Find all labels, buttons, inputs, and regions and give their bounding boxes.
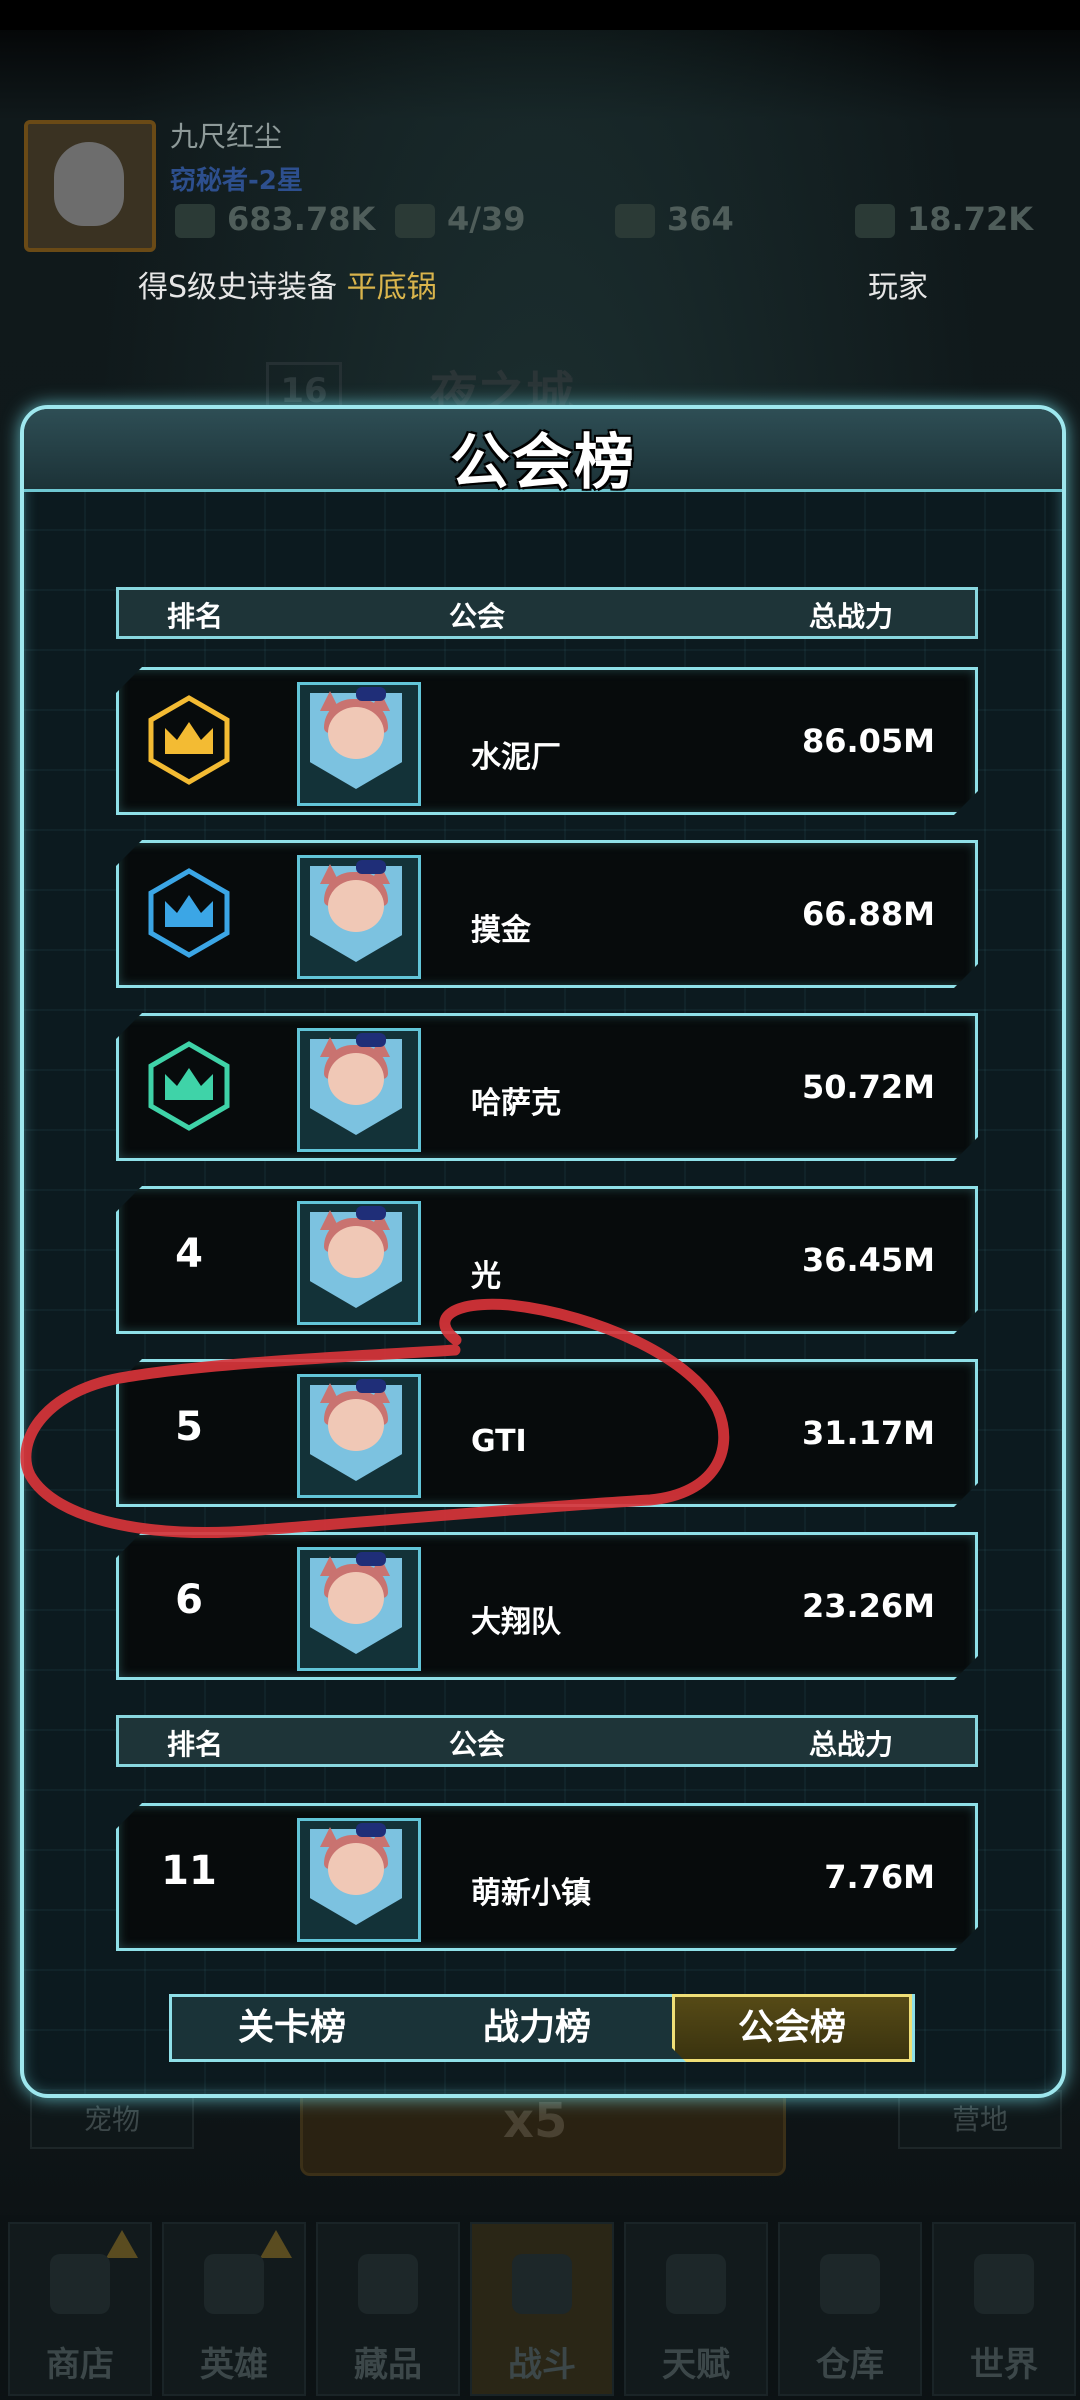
rank-number: 11	[161, 1848, 217, 1894]
header-power: 总战力	[809, 600, 894, 633]
resource-value: 364	[667, 200, 734, 238]
header-rank: 排名	[167, 1728, 224, 1761]
header-guild: 公会	[449, 600, 506, 633]
dna-icon	[666, 2254, 726, 2314]
world-icon	[974, 2254, 1034, 2314]
ticker-item: 平底锅	[346, 270, 437, 305]
resource-energy: 683.78K	[175, 200, 375, 238]
warning-icon	[260, 2230, 292, 2258]
status-bar	[0, 0, 1080, 30]
cart-icon	[50, 2254, 110, 2314]
nav-talent[interactable]: 天赋	[624, 2222, 768, 2396]
header-rank: 排名	[167, 600, 224, 633]
nav-label: 藏品	[354, 2345, 422, 2385]
nav-label: 商店	[46, 2345, 114, 2385]
resource-value: 4/39	[447, 200, 526, 238]
tab-guild[interactable]: 公会榜	[672, 1994, 912, 2062]
pet-button[interactable]: 宠物	[30, 2090, 194, 2149]
guild-name: GTI	[471, 1424, 527, 1459]
resource-value: 18.72K	[907, 200, 1034, 238]
stamina-icon	[395, 204, 435, 238]
guild-name: 哈萨克	[471, 1086, 561, 1121]
table-row[interactable]: 哈萨克 50.72M	[116, 1013, 978, 1161]
guild-name: 萌新小镇	[471, 1876, 591, 1911]
header-guild: 公会	[449, 1728, 506, 1761]
rank-number: 5	[175, 1404, 203, 1450]
hero-icon	[204, 2254, 264, 2314]
player-name: 九尺红尘	[170, 120, 283, 153]
guild-emblem	[297, 1547, 421, 1671]
guild-power: 7.76M	[824, 1858, 935, 1896]
guild-power: 36.45M	[801, 1241, 935, 1279]
guild-name: 大翔队	[471, 1605, 561, 1640]
guild-power: 66.88M	[801, 895, 935, 933]
player-title: 窃秘者-2星	[170, 166, 303, 196]
nav-label: 天赋	[662, 2345, 730, 2385]
flame-icon	[358, 2254, 418, 2314]
guild-power: 31.17M	[801, 1414, 935, 1452]
ticker-text: 得S级史诗装备	[138, 270, 338, 305]
guild-emblem	[297, 1201, 421, 1325]
guild-emblem	[297, 855, 421, 979]
nav-label: 战斗	[508, 2345, 576, 2385]
tab-stage[interactable]: 关卡榜	[172, 1997, 412, 2059]
guild-emblem	[297, 1028, 421, 1152]
player-avatar[interactable]	[24, 120, 156, 252]
nav-label: 仓库	[816, 2345, 884, 2385]
nav-label: 世界	[970, 2345, 1038, 2385]
nav-battle[interactable]: 战斗	[470, 2222, 614, 2396]
rank-number: 6	[175, 1577, 203, 1623]
table-row[interactable]: 5 GTI 31.17M	[116, 1359, 978, 1507]
guild-name: 摸金	[471, 913, 531, 948]
box-icon	[820, 2254, 880, 2314]
table-row[interactable]: 4 光 36.45M	[116, 1186, 978, 1334]
guild-power: 50.72M	[801, 1068, 935, 1106]
table-row[interactable]: 摸金 66.88M	[116, 840, 978, 988]
resource-value: 683.78K	[227, 200, 376, 238]
warning-icon	[106, 2230, 138, 2258]
nav-warehouse[interactable]: 仓库	[778, 2222, 922, 2396]
guild-power: 86.05M	[801, 722, 935, 760]
my-guild-header: 排名 公会 总战力	[116, 1715, 978, 1767]
avatar-face	[54, 142, 124, 226]
ticker-right: 玩家	[868, 270, 928, 305]
guild-emblem	[297, 682, 421, 806]
tab-power[interactable]: 战力榜	[417, 1997, 657, 2059]
nav-label: 英雄	[200, 2345, 268, 2385]
guild-leaderboard-modal: 公会榜 排名 公会 总战力 水泥厂 86.05M 摸金 66.88M 哈萨克 5…	[20, 405, 1066, 2098]
blue-crown-icon	[141, 865, 237, 961]
gold-crown-icon	[141, 692, 237, 788]
cash-icon	[855, 204, 895, 238]
multiplier-label: x5	[503, 2093, 568, 2149]
nav-world[interactable]: 世界	[932, 2222, 1076, 2396]
table-row[interactable]: 6 大翔队 23.26M	[116, 1532, 978, 1680]
guild-name: 水泥厂	[471, 740, 561, 775]
guild-power: 23.26M	[801, 1587, 935, 1625]
leaderboard-tabs: 关卡榜 战力榜 公会榜	[169, 1994, 915, 2062]
nav-collection[interactable]: 藏品	[316, 2222, 460, 2396]
my-guild-row[interactable]: 11 萌新小镇 7.76M	[116, 1803, 978, 1951]
resource-stamina[interactable]: 4/39	[395, 200, 525, 238]
diamond-icon	[615, 204, 655, 238]
nav-shop[interactable]: 商店	[8, 2222, 152, 2396]
rank-number: 4	[175, 1231, 203, 1277]
green-crown-icon	[141, 1038, 237, 1134]
camp-button[interactable]: 营地	[898, 2090, 1062, 2149]
broadcast-ticker: 得S级史诗装备 平底锅	[138, 262, 437, 306]
modal-title: 公会榜	[450, 428, 636, 498]
rifle-icon	[512, 2254, 572, 2314]
resource-cash[interactable]: 18.72K	[855, 200, 1033, 238]
resource-diamond[interactable]: 364	[615, 200, 734, 238]
guild-emblem	[297, 1374, 421, 1498]
table-row[interactable]: 水泥厂 86.05M	[116, 667, 978, 815]
header-power: 总战力	[809, 1728, 894, 1761]
table-header: 排名 公会 总战力	[116, 587, 978, 639]
guild-emblem	[297, 1818, 421, 1942]
nav-heroes[interactable]: 英雄	[162, 2222, 306, 2396]
guild-name: 光	[471, 1259, 501, 1294]
energy-icon	[175, 204, 215, 238]
